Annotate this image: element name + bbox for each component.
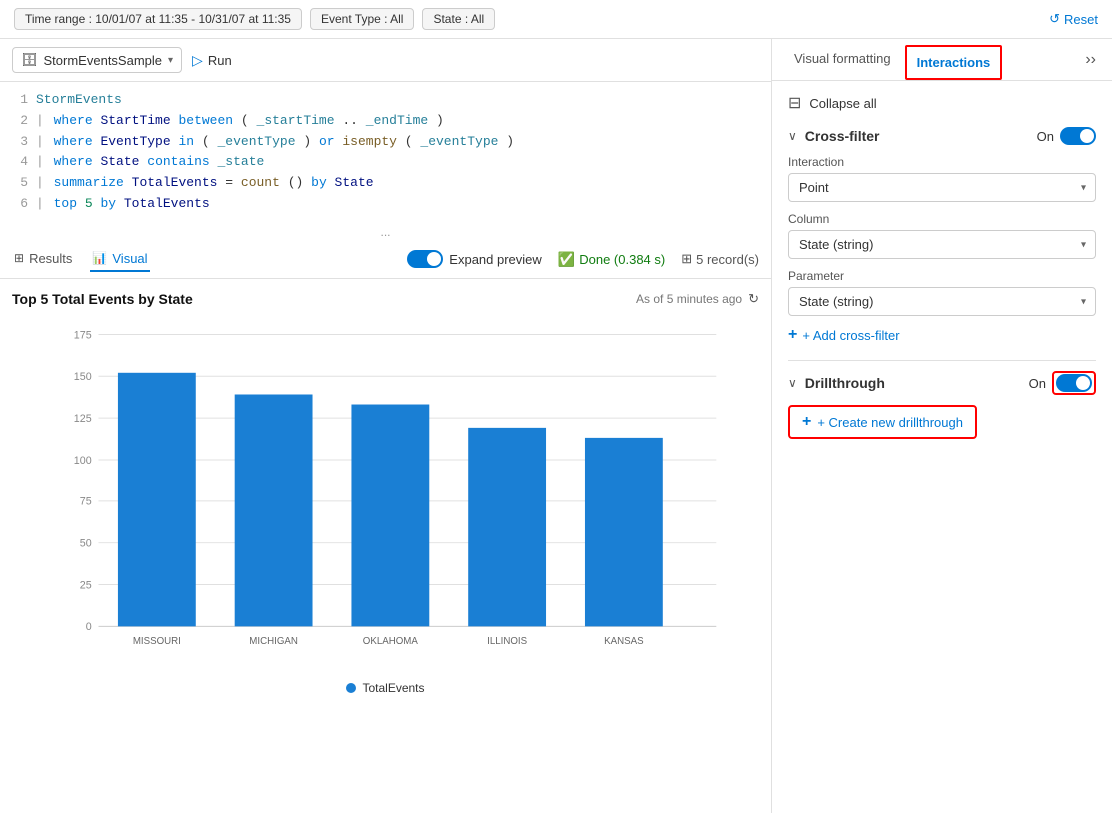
legend-label: TotalEvents	[362, 681, 424, 695]
drillthrough-section-header: ∨ Drillthrough On	[788, 371, 1096, 395]
code-line-5: 5 | summarize TotalEvents = count () by …	[12, 173, 759, 194]
interaction-label: Interaction	[788, 155, 1096, 169]
column-select-wrap: State (string) ▾	[788, 230, 1096, 259]
drillthrough-toggle-highlighted	[1052, 371, 1096, 395]
code-editor[interactable]: 1 StormEvents 2 | where StartTime betwee…	[0, 82, 771, 223]
tab-interactions[interactable]: Interactions	[905, 45, 1003, 80]
chart-meta: As of 5 minutes ago ↻	[636, 291, 759, 307]
done-badge: ✅ Done (0.384 s)	[558, 251, 665, 268]
crossfilter-toggle-switch[interactable]	[1060, 127, 1096, 145]
bar-missouri[interactable]: MISSOURI	[118, 373, 196, 647]
crossfilter-section-header: ∨ Cross-filter On	[788, 127, 1096, 145]
chart-svg: 175 150 125 100 75	[12, 315, 759, 675]
interaction-select[interactable]: Point	[788, 173, 1096, 202]
expand-toggle-switch[interactable]	[407, 250, 443, 268]
column-label: Column	[788, 212, 1096, 226]
code-line-1: 1 StormEvents	[12, 90, 759, 111]
toggle-on-knob	[1080, 129, 1094, 143]
collapse-all-button[interactable]: ⊟ Collapse all	[788, 93, 877, 113]
main-layout: 🗄 StormEventsSample ▾ ▷ Run 1 StormEvent…	[0, 39, 1112, 813]
crossfilter-chevron-icon[interactable]: ∨	[788, 129, 797, 143]
svg-text:150: 150	[74, 371, 92, 383]
crossfilter-title: Cross-filter	[805, 128, 1029, 144]
run-button[interactable]: ▷ Run	[192, 52, 232, 69]
svg-text:ILLINOIS: ILLINOIS	[487, 636, 527, 647]
tabs-row: ⊞ Results 📊 Visual Expand preview ✅ Done…	[0, 241, 771, 279]
right-tabs: Visual formatting Interactions ››	[772, 39, 1112, 81]
column-select[interactable]: State (string)	[788, 230, 1096, 259]
chart-header: Top 5 Total Events by State As of 5 minu…	[12, 291, 759, 307]
database-icon: 🗄	[21, 52, 38, 68]
more-icon[interactable]: ››	[1081, 41, 1100, 79]
expand-preview-toggle: Expand preview	[407, 250, 542, 268]
code-line-2: 2 | where StartTime between ( _startTime…	[12, 111, 759, 132]
interaction-select-wrap: Point ▾	[788, 173, 1096, 202]
right-body: ⊟ Collapse all ∨ Cross-filter On Interac…	[772, 81, 1112, 813]
database-selector[interactable]: 🗄 StormEventsSample ▾	[12, 47, 182, 73]
chart-icon: 📊	[92, 251, 107, 265]
table-icon: ⊞	[14, 251, 24, 265]
svg-text:50: 50	[80, 537, 92, 549]
table-small-icon: ⊞	[681, 251, 692, 267]
left-panel: 🗄 StormEventsSample ▾ ▷ Run 1 StormEvent…	[0, 39, 772, 813]
tab-results[interactable]: ⊞ Results	[12, 247, 74, 272]
bar-illinois[interactable]: ILLINOIS	[468, 428, 546, 647]
svg-text:MICHIGAN: MICHIGAN	[249, 636, 298, 647]
undo-icon: ↺	[1049, 11, 1060, 27]
legend-dot	[346, 683, 356, 693]
drillthrough-chevron-icon[interactable]: ∨	[788, 376, 797, 390]
bar-michigan[interactable]: MICHIGAN	[235, 394, 313, 646]
timerange-filter[interactable]: Time range : 10/01/07 at 11:35 - 10/31/0…	[14, 8, 302, 30]
refresh-icon[interactable]: ↻	[748, 291, 759, 307]
chart-title: Top 5 Total Events by State	[12, 291, 193, 307]
chart-legend: TotalEvents	[12, 681, 759, 695]
create-drillthrough-button[interactable]: + + Create new drillthrough	[788, 405, 977, 439]
svg-text:100: 100	[74, 455, 92, 467]
collapse-icon: ⊟	[788, 93, 801, 113]
tab-visual-formatting[interactable]: Visual formatting	[784, 39, 901, 80]
svg-text:KANSAS: KANSAS	[604, 636, 644, 647]
query-bar: 🗄 StormEventsSample ▾ ▷ Run	[0, 39, 771, 82]
check-icon: ✅	[558, 251, 575, 268]
plus-icon: +	[788, 326, 797, 344]
section-divider	[788, 360, 1096, 361]
chevron-down-icon: ▾	[168, 55, 173, 66]
parameter-label: Parameter	[788, 269, 1096, 283]
drillthrough-toggle: On	[1029, 371, 1096, 395]
plus-drillthrough-icon: +	[802, 413, 811, 431]
editor-separator: ...	[0, 223, 771, 241]
crossfilter-toggle: On	[1037, 127, 1096, 145]
state-filter[interactable]: State : All	[422, 8, 495, 30]
drillthrough-toggle-knob	[1076, 376, 1090, 390]
svg-text:75: 75	[80, 496, 92, 508]
right-panel: Visual formatting Interactions ›› ⊟ Coll…	[772, 39, 1112, 813]
toggle-knob	[427, 252, 441, 266]
eventtype-filter[interactable]: Event Type : All	[310, 8, 415, 30]
bar-kansas[interactable]: KANSAS	[585, 438, 663, 647]
code-line-3: 3 | where EventType in ( _eventType ) or…	[12, 132, 759, 153]
code-line-4: 4 | where State contains _state	[12, 152, 759, 173]
add-crossfilter-button[interactable]: + + Add cross-filter	[788, 326, 900, 344]
svg-text:125: 125	[74, 413, 92, 425]
tab-visual[interactable]: 📊 Visual	[90, 247, 149, 272]
code-line-6: 6 | top 5 by TotalEvents	[12, 194, 759, 215]
chart-area: Top 5 Total Events by State As of 5 minu…	[0, 279, 771, 813]
svg-text:175: 175	[74, 329, 92, 341]
play-icon: ▷	[192, 52, 203, 69]
records-badge: ⊞ 5 record(s)	[681, 251, 759, 267]
top-bar: Time range : 10/01/07 at 11:35 - 10/31/0…	[0, 0, 1112, 39]
svg-text:0: 0	[86, 621, 92, 633]
svg-text:MISSOURI: MISSOURI	[133, 636, 181, 647]
svg-text:OKLAHOMA: OKLAHOMA	[363, 636, 419, 647]
drillthrough-toggle-switch[interactable]	[1056, 374, 1092, 392]
filter-pills: Time range : 10/01/07 at 11:35 - 10/31/0…	[14, 8, 1039, 30]
parameter-select-wrap: State (string) ▾	[788, 287, 1096, 316]
parameter-select[interactable]: State (string)	[788, 287, 1096, 316]
bar-oklahoma[interactable]: OKLAHOMA	[351, 404, 429, 646]
svg-text:25: 25	[80, 579, 92, 591]
drillthrough-title: Drillthrough	[805, 375, 1021, 391]
bar-chart: 175 150 125 100 75	[12, 315, 759, 675]
reset-button[interactable]: ↺ Reset	[1049, 11, 1098, 27]
